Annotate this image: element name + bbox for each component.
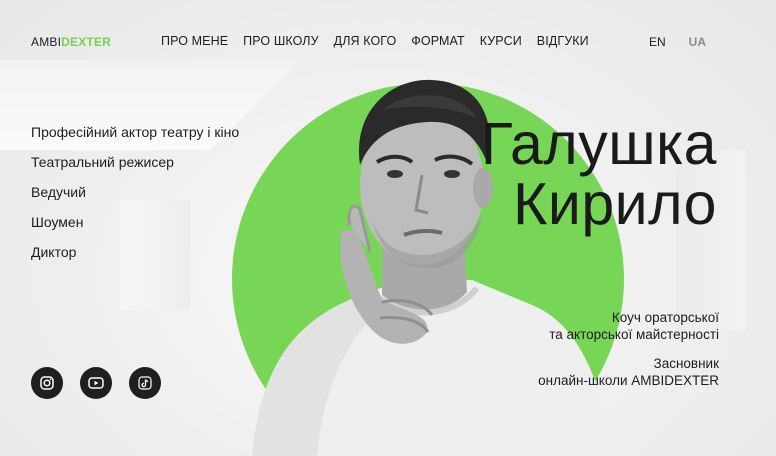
founder-line2: онлайн-школи AMBIDEXTER: [538, 373, 719, 388]
hero-name-line1: Галушка: [480, 111, 717, 177]
logo-text-accent: DEXTER: [61, 35, 112, 49]
tiktok-icon: [138, 376, 152, 390]
social-links: [31, 367, 161, 399]
nav-courses[interactable]: КУРСИ: [480, 34, 522, 48]
main-nav: ПРО МЕНЕ ПРО ШКОЛУ ДЛЯ КОГО ФОРМАТ КУРСИ…: [161, 34, 604, 48]
lang-ua-button[interactable]: UA: [689, 35, 706, 49]
language-switcher: EN UA: [649, 35, 706, 49]
coach-description: Коуч ораторської та акторської майстерно…: [538, 309, 719, 343]
youtube-icon: [88, 377, 104, 389]
site-header: AMBIDEXTER ПРО МЕНЕ ПРО ШКОЛУ ДЛЯ КОГО Ф…: [0, 0, 776, 84]
logo[interactable]: AMBIDEXTER: [31, 35, 111, 49]
roles-list: Професійний актор театру і кіно Театраль…: [31, 124, 239, 274]
nav-about-school[interactable]: ПРО ШКОЛУ: [243, 34, 318, 48]
nav-reviews[interactable]: ВІДГУКИ: [537, 34, 589, 48]
tiktok-link[interactable]: [129, 367, 161, 399]
hero-name-line2: Кирило: [513, 171, 717, 237]
role-item: Професійний актор театру і кіно: [31, 124, 240, 140]
hero-description: Коуч ораторської та акторської майстерно…: [538, 309, 719, 401]
instagram-link[interactable]: [31, 367, 63, 399]
logo-text-primary: AMBI: [31, 35, 62, 49]
coach-line2: та акторської майстерності: [549, 327, 719, 342]
role-item: Шоумен: [31, 214, 84, 230]
nav-for-whom[interactable]: ДЛЯ КОГО: [334, 34, 397, 48]
coach-line1: Коуч ораторської: [611, 310, 719, 325]
nav-about-me[interactable]: ПРО МЕНЕ: [161, 34, 228, 48]
nav-format[interactable]: ФОРМАТ: [411, 34, 464, 48]
instagram-icon: [40, 376, 54, 390]
lang-en-button[interactable]: EN: [649, 35, 666, 49]
youtube-link[interactable]: [80, 367, 112, 399]
role-item: Театральний режисер: [31, 154, 174, 170]
founder-line1: Засновник: [653, 356, 719, 371]
hero-name: Галушка Кирило: [481, 114, 717, 234]
role-item: Ведучий: [31, 184, 86, 200]
role-item: Диктор: [31, 244, 77, 260]
founder-description: Засновник онлайн-школи AMBIDEXTER: [538, 355, 719, 389]
